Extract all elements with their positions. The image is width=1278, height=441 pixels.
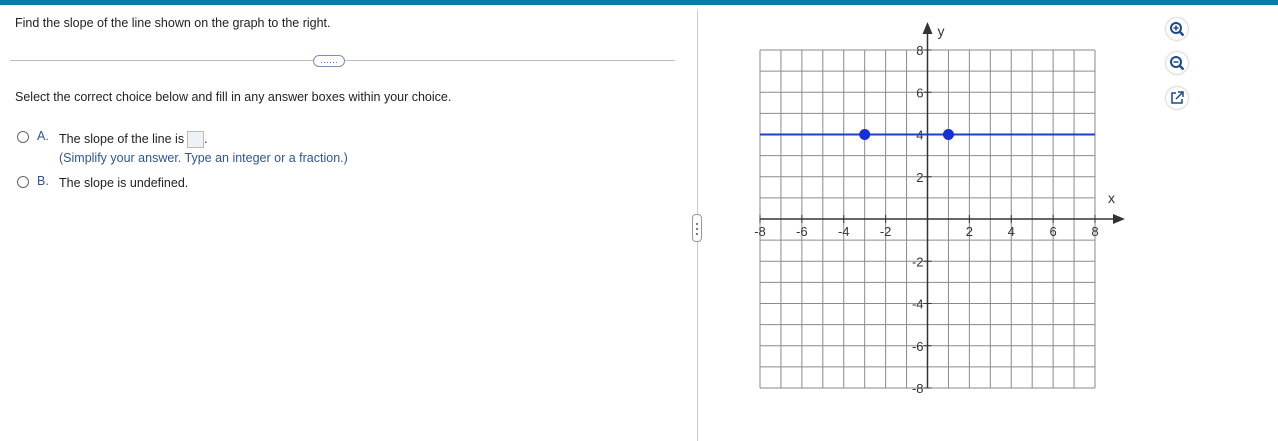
question-text: Find the slope of the line shown on the … (15, 16, 331, 30)
top-bar (0, 0, 1278, 5)
x-tick-label: -8 (754, 224, 766, 239)
x-tick-label: 4 (1008, 224, 1015, 239)
data-point (859, 129, 871, 140)
radio-a[interactable] (17, 131, 29, 143)
choice-b-text: The slope is undefined. (59, 176, 189, 190)
choice-b-letter: B. (37, 174, 49, 188)
y-tick-label: 2 (916, 170, 923, 185)
y-axis-arrow (922, 22, 933, 34)
pop-out-icon (1171, 91, 1184, 104)
answer-box[interactable] (187, 131, 205, 148)
x-tick-label: 8 (1091, 224, 1098, 239)
x-tick-label: -2 (880, 224, 892, 239)
y-tick-label: 6 (916, 85, 923, 100)
y-tick-label: -6 (912, 339, 924, 354)
x-axis-label: x (1108, 190, 1115, 206)
y-tick-label: -8 (912, 381, 924, 396)
y-tick-label: 8 (916, 43, 923, 58)
choice-a-label: The slope of the line is (59, 131, 185, 146)
pane-resize-handle[interactable] (692, 214, 702, 242)
choice-a-hint: (Simplify your answer. Type an integer o… (59, 151, 348, 165)
expand-button[interactable]: …… (313, 55, 345, 67)
choice-a-letter: A. (37, 129, 49, 143)
choice-a-text: The slope of the line is. (59, 131, 208, 148)
pop-out-button[interactable] (1166, 87, 1188, 109)
coordinate-graph: -8-6-4-224688642-2-4-6-8xy (754, 22, 1125, 396)
instruction-text: Select the correct choice below and fill… (15, 90, 452, 104)
data-point (942, 129, 954, 140)
radio-b[interactable] (17, 176, 29, 188)
zoom-out-icon (1170, 56, 1185, 71)
x-tick-label: 6 (1050, 224, 1057, 239)
zoom-in-icon (1170, 22, 1185, 37)
x-axis-arrow (1113, 214, 1125, 224)
zoom-out-button[interactable] (1166, 52, 1188, 74)
y-tick-label: -4 (912, 297, 924, 312)
zoom-in-button[interactable] (1166, 18, 1188, 40)
x-tick-label: -4 (838, 224, 850, 239)
y-tick-label: -2 (912, 254, 924, 269)
x-tick-label: 2 (966, 224, 973, 239)
y-axis-label: y (938, 23, 945, 39)
x-tick-label: -6 (796, 224, 808, 239)
choice-a-suffix: . (204, 131, 208, 146)
